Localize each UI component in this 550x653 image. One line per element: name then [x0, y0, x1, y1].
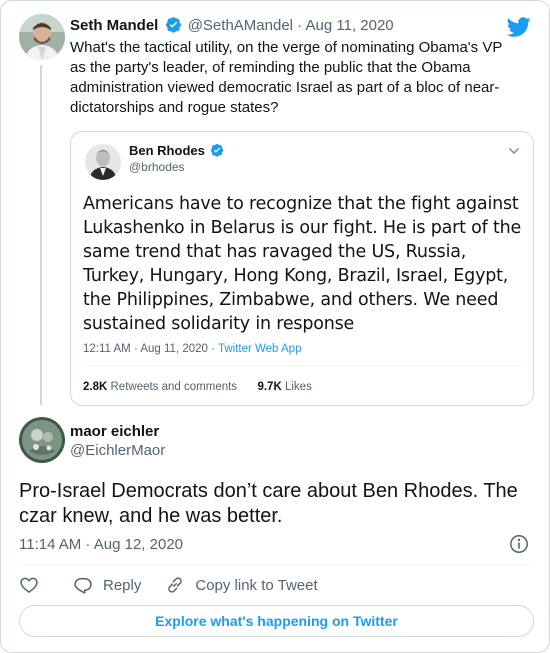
reply-author-name[interactable]: maor eichler: [70, 423, 159, 440]
actions-divider: [19, 564, 531, 565]
likes-stat[interactable]: 9.7K Likes: [257, 381, 311, 393]
meta-separator: ·: [297, 17, 306, 34]
quoted-tweet-meta: 12:11 AM · Aug 11, 2020 · Twitter Web Ap…: [83, 343, 301, 355]
likes-count: 9.7K: [257, 381, 282, 393]
chevron-down-icon[interactable]: [507, 144, 521, 158]
link-icon: [168, 577, 183, 593]
reply-icon: [74, 578, 92, 594]
quoted-tweet-text: Americans have to recognize that the fig…: [83, 194, 522, 334]
quoted-source-link[interactable]: Twitter Web App: [218, 343, 302, 355]
maor-eichler-avatar[interactable]: [19, 417, 65, 463]
parent-tweet-text: What's the tactical utility, on the verg…: [70, 39, 503, 116]
seth-mandel-avatar[interactable]: [19, 14, 65, 60]
reply-label: Reply: [103, 576, 142, 594]
tweet-date[interactable]: Aug 11, 2020: [306, 17, 394, 34]
author-handle[interactable]: @SethAMandel: [188, 17, 293, 34]
ben-rhodes-avatar[interactable]: [85, 144, 121, 180]
tweet-embed-card: Seth Mandel @SethAMandel · Aug 11, 2020 …: [0, 0, 550, 653]
like-button[interactable]: [19, 575, 43, 595]
retweets-count: 2.8K: [83, 381, 108, 393]
quoted-divider: [83, 365, 521, 366]
meta-separator: ·: [211, 343, 218, 355]
quoted-date[interactable]: Aug 11, 2020: [140, 343, 208, 355]
verified-badge-icon: [165, 17, 181, 33]
copy-link-label: Copy link to Tweet: [195, 576, 318, 594]
retweets-stat[interactable]: 2.8K Retweets and comments: [83, 381, 237, 393]
quoted-tweet-card[interactable]: Ben Rhodes @brhodes Americans have to re…: [70, 131, 534, 406]
twitter-bird-icon[interactable]: [507, 15, 531, 39]
likes-label: Likes: [284, 381, 312, 393]
reply-tweet-text: Pro-Israel Democrats don’t care about Be…: [19, 480, 518, 527]
quoted-time[interactable]: 12:11 AM: [83, 343, 131, 355]
quoted-author-name-row: Ben Rhodes: [129, 143, 226, 158]
quoted-author-name[interactable]: Ben Rhodes: [129, 143, 205, 158]
heart-icon: [20, 577, 38, 593]
tweet-actions-bar: Reply Copy link to Tweet: [19, 574, 318, 596]
verified-badge-icon: [211, 143, 224, 157]
reply-button[interactable]: Reply: [73, 575, 141, 595]
parent-tweet-header: Seth Mandel @SethAMandel · Aug 11, 2020: [70, 16, 394, 36]
reply-author-handle[interactable]: @EichlerMaor: [70, 442, 165, 459]
thread-connector-line: [40, 65, 42, 405]
author-name[interactable]: Seth Mandel: [70, 17, 158, 34]
explore-button[interactable]: Explore what's happening on Twitter: [19, 605, 534, 637]
info-icon[interactable]: [509, 534, 529, 554]
reply-timestamp[interactable]: 11:14 AM · Aug 12, 2020: [19, 536, 183, 553]
copy-link-button[interactable]: Copy link to Tweet: [165, 575, 318, 595]
retweets-label: Retweets and comments: [110, 381, 238, 393]
quoted-stats: 2.8K Retweets and comments 9.7K Likes: [83, 381, 312, 393]
quoted-author-handle[interactable]: @brhodes: [129, 160, 185, 174]
